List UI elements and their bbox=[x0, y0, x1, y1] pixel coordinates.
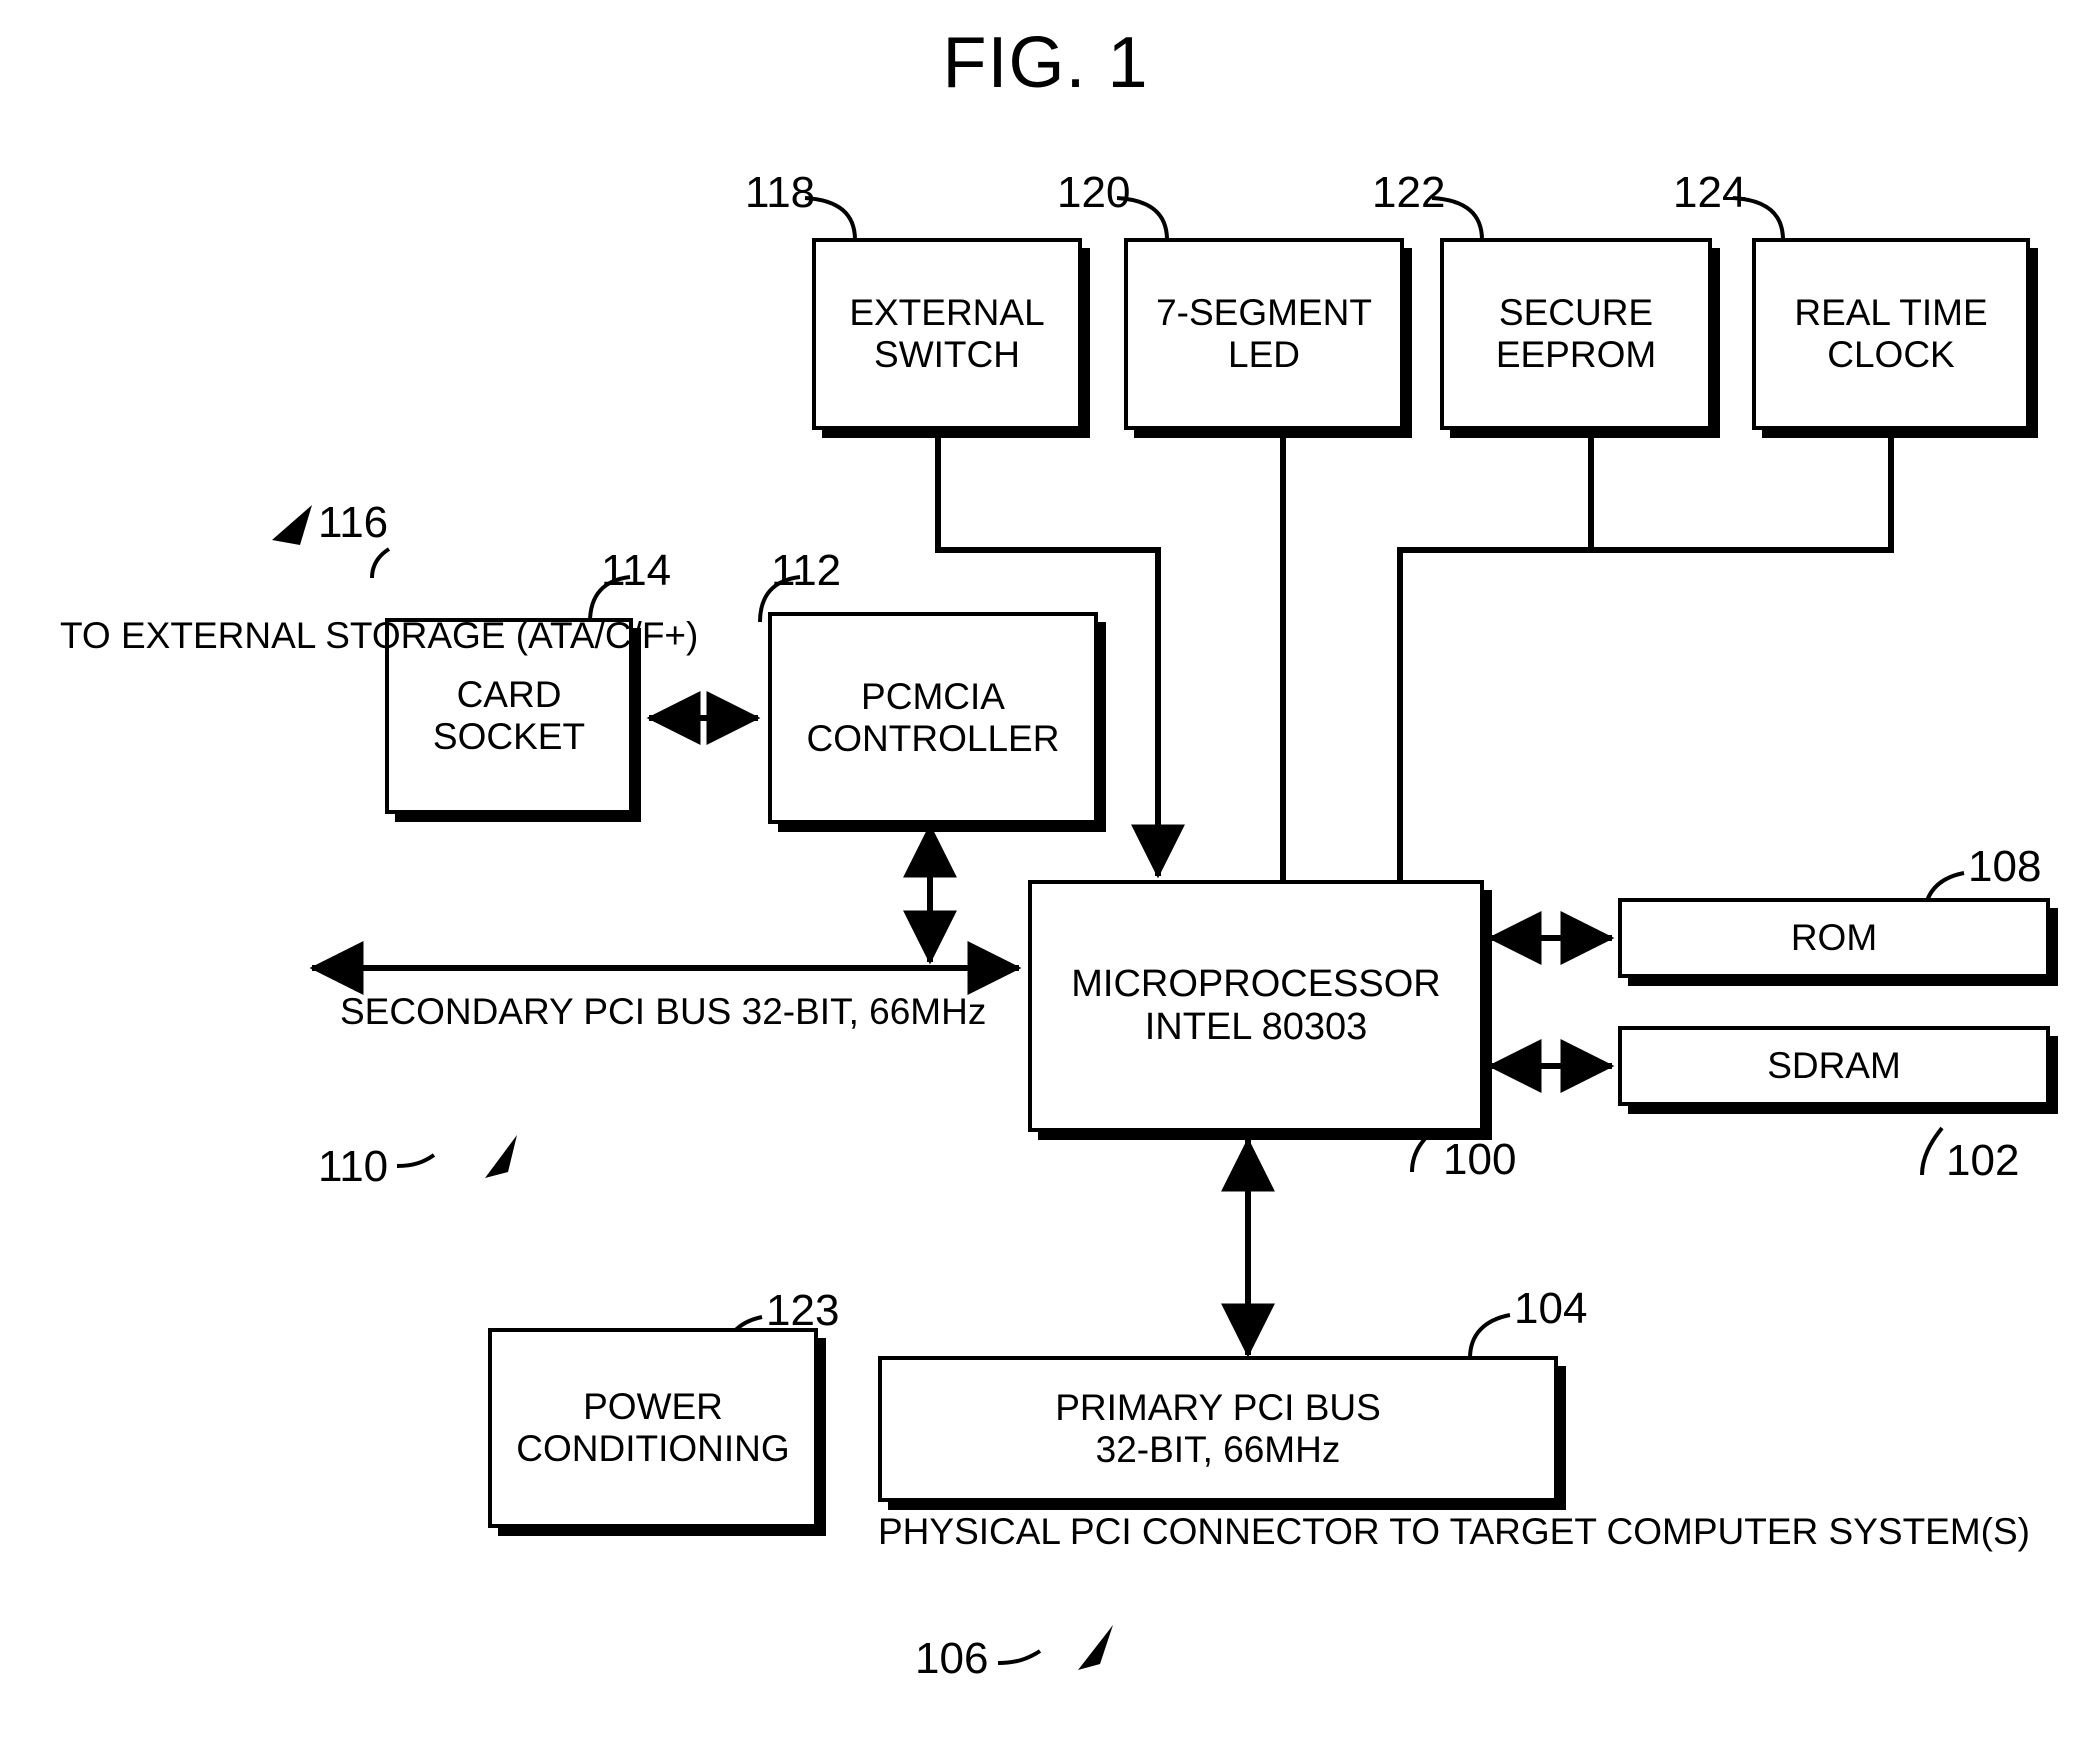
ref-116: 116 bbox=[318, 498, 389, 547]
caption-external-storage: TO EXTERNAL STORAGE (ATA/C/F+) bbox=[60, 612, 698, 660]
ref-118: 118 bbox=[745, 168, 816, 217]
block-microprocessor-line-2: INTEL 80303 bbox=[1144, 1006, 1368, 1048]
block-primary-pci-bus[interactable]: PRIMARY PCI BUS 32-BIT, 66MHz bbox=[878, 1356, 1558, 1502]
caption-secondary-pci-bus: SECONDARY PCI BUS 32-BIT, 66MHz bbox=[340, 988, 986, 1036]
caption-secondary-pci-bus-line-2: BUS bbox=[655, 991, 732, 1032]
block-external-switch-line-1: EXTERNAL bbox=[849, 291, 1045, 333]
ref-123: 123 bbox=[766, 1286, 840, 1335]
caption-external-storage-line-2: STORAGE bbox=[325, 615, 506, 656]
block-pcmcia-controller-line-1: PCMCIA bbox=[861, 675, 1005, 717]
block-pcmcia-controller[interactable]: PCMCIA CONTROLLER bbox=[768, 612, 1098, 824]
block-real-time-clock-line-2: CLOCK bbox=[1827, 334, 1955, 375]
block-power-conditioning[interactable]: POWER CONDITIONING bbox=[488, 1328, 818, 1528]
block-7-segment-led-line-2: LED bbox=[1228, 334, 1300, 375]
caption-pci-connector: PHYSICAL PCI CONNECTOR TO TARGET COMPUTE… bbox=[878, 1508, 2030, 1556]
caption-secondary-pci-bus-line-1: SECONDARY PCI bbox=[340, 991, 645, 1032]
block-secure-eeprom[interactable]: SECURE EEPROM bbox=[1440, 238, 1712, 430]
block-card-socket-line-1: CARD bbox=[456, 673, 562, 715]
block-primary-pci-bus-line-1: PRIMARY PCI BUS bbox=[1055, 1386, 1381, 1428]
ref-110: 110 bbox=[318, 1142, 389, 1191]
block-external-switch-line-2: SWITCH bbox=[874, 334, 1020, 375]
block-sdram[interactable]: SDRAM bbox=[1618, 1026, 2050, 1106]
ref-106: 106 bbox=[915, 1634, 989, 1683]
figure-canvas: FIG. 1 EXTERNAL SWITCH 7-SEGMENT LED SEC… bbox=[0, 0, 2091, 1754]
ref-108: 108 bbox=[1968, 842, 2042, 891]
ref-122: 122 bbox=[1372, 168, 1446, 217]
ref-104: 104 bbox=[1514, 1284, 1588, 1333]
ref-120: 120 bbox=[1057, 168, 1131, 217]
caption-pci-connector-line-2: TO TARGET COMPUTER bbox=[1389, 1511, 1819, 1552]
block-rom-label: ROM bbox=[1790, 916, 1878, 958]
block-7-segment-led[interactable]: 7-SEGMENT LED bbox=[1124, 238, 1404, 430]
caption-external-storage-line-1: TO EXTERNAL bbox=[60, 615, 315, 656]
ref-102: 102 bbox=[1946, 1136, 2020, 1185]
block-secure-eeprom-line-1: SECURE bbox=[1498, 291, 1654, 333]
block-external-switch[interactable]: EXTERNAL SWITCH bbox=[812, 238, 1082, 430]
caption-external-storage-line-3: (ATA/C/F+) bbox=[515, 615, 699, 656]
ref-124: 124 bbox=[1673, 168, 1747, 217]
block-sdram-label: SDRAM bbox=[1767, 1044, 1901, 1086]
block-primary-pci-bus-line-2: 32-BIT, 66MHz bbox=[1095, 1429, 1341, 1470]
block-card-socket-line-2: SOCKET bbox=[432, 716, 586, 757]
block-rom[interactable]: ROM bbox=[1618, 898, 2050, 978]
block-real-time-clock[interactable]: REAL TIME CLOCK bbox=[1752, 238, 2030, 430]
block-microprocessor[interactable]: MICROPROCESSOR INTEL 80303 bbox=[1028, 880, 1484, 1132]
block-real-time-clock-line-1: REAL TIME bbox=[1794, 291, 1988, 333]
block-power-conditioning-line-1: POWER bbox=[583, 1385, 723, 1427]
block-pcmcia-controller-line-2: CONTROLLER bbox=[806, 718, 1060, 759]
caption-pci-connector-line-1: PHYSICAL PCI CONNECTOR bbox=[878, 1511, 1380, 1552]
block-7-segment-led-line-1: 7-SEGMENT bbox=[1156, 291, 1372, 333]
block-microprocessor-line-1: MICROPROCESSOR bbox=[1071, 962, 1441, 1005]
ref-114: 114 bbox=[601, 546, 672, 595]
block-power-conditioning-line-2: CONDITIONING bbox=[516, 1428, 790, 1469]
ref-112: 112 bbox=[771, 546, 842, 595]
ref-100: 100 bbox=[1443, 1135, 1517, 1184]
caption-pci-connector-line-3: SYSTEM(S) bbox=[1828, 1511, 2030, 1552]
caption-secondary-pci-bus-line-3: 32-BIT, 66MHz bbox=[741, 991, 987, 1032]
block-secure-eeprom-line-2: EEPROM bbox=[1495, 334, 1657, 375]
